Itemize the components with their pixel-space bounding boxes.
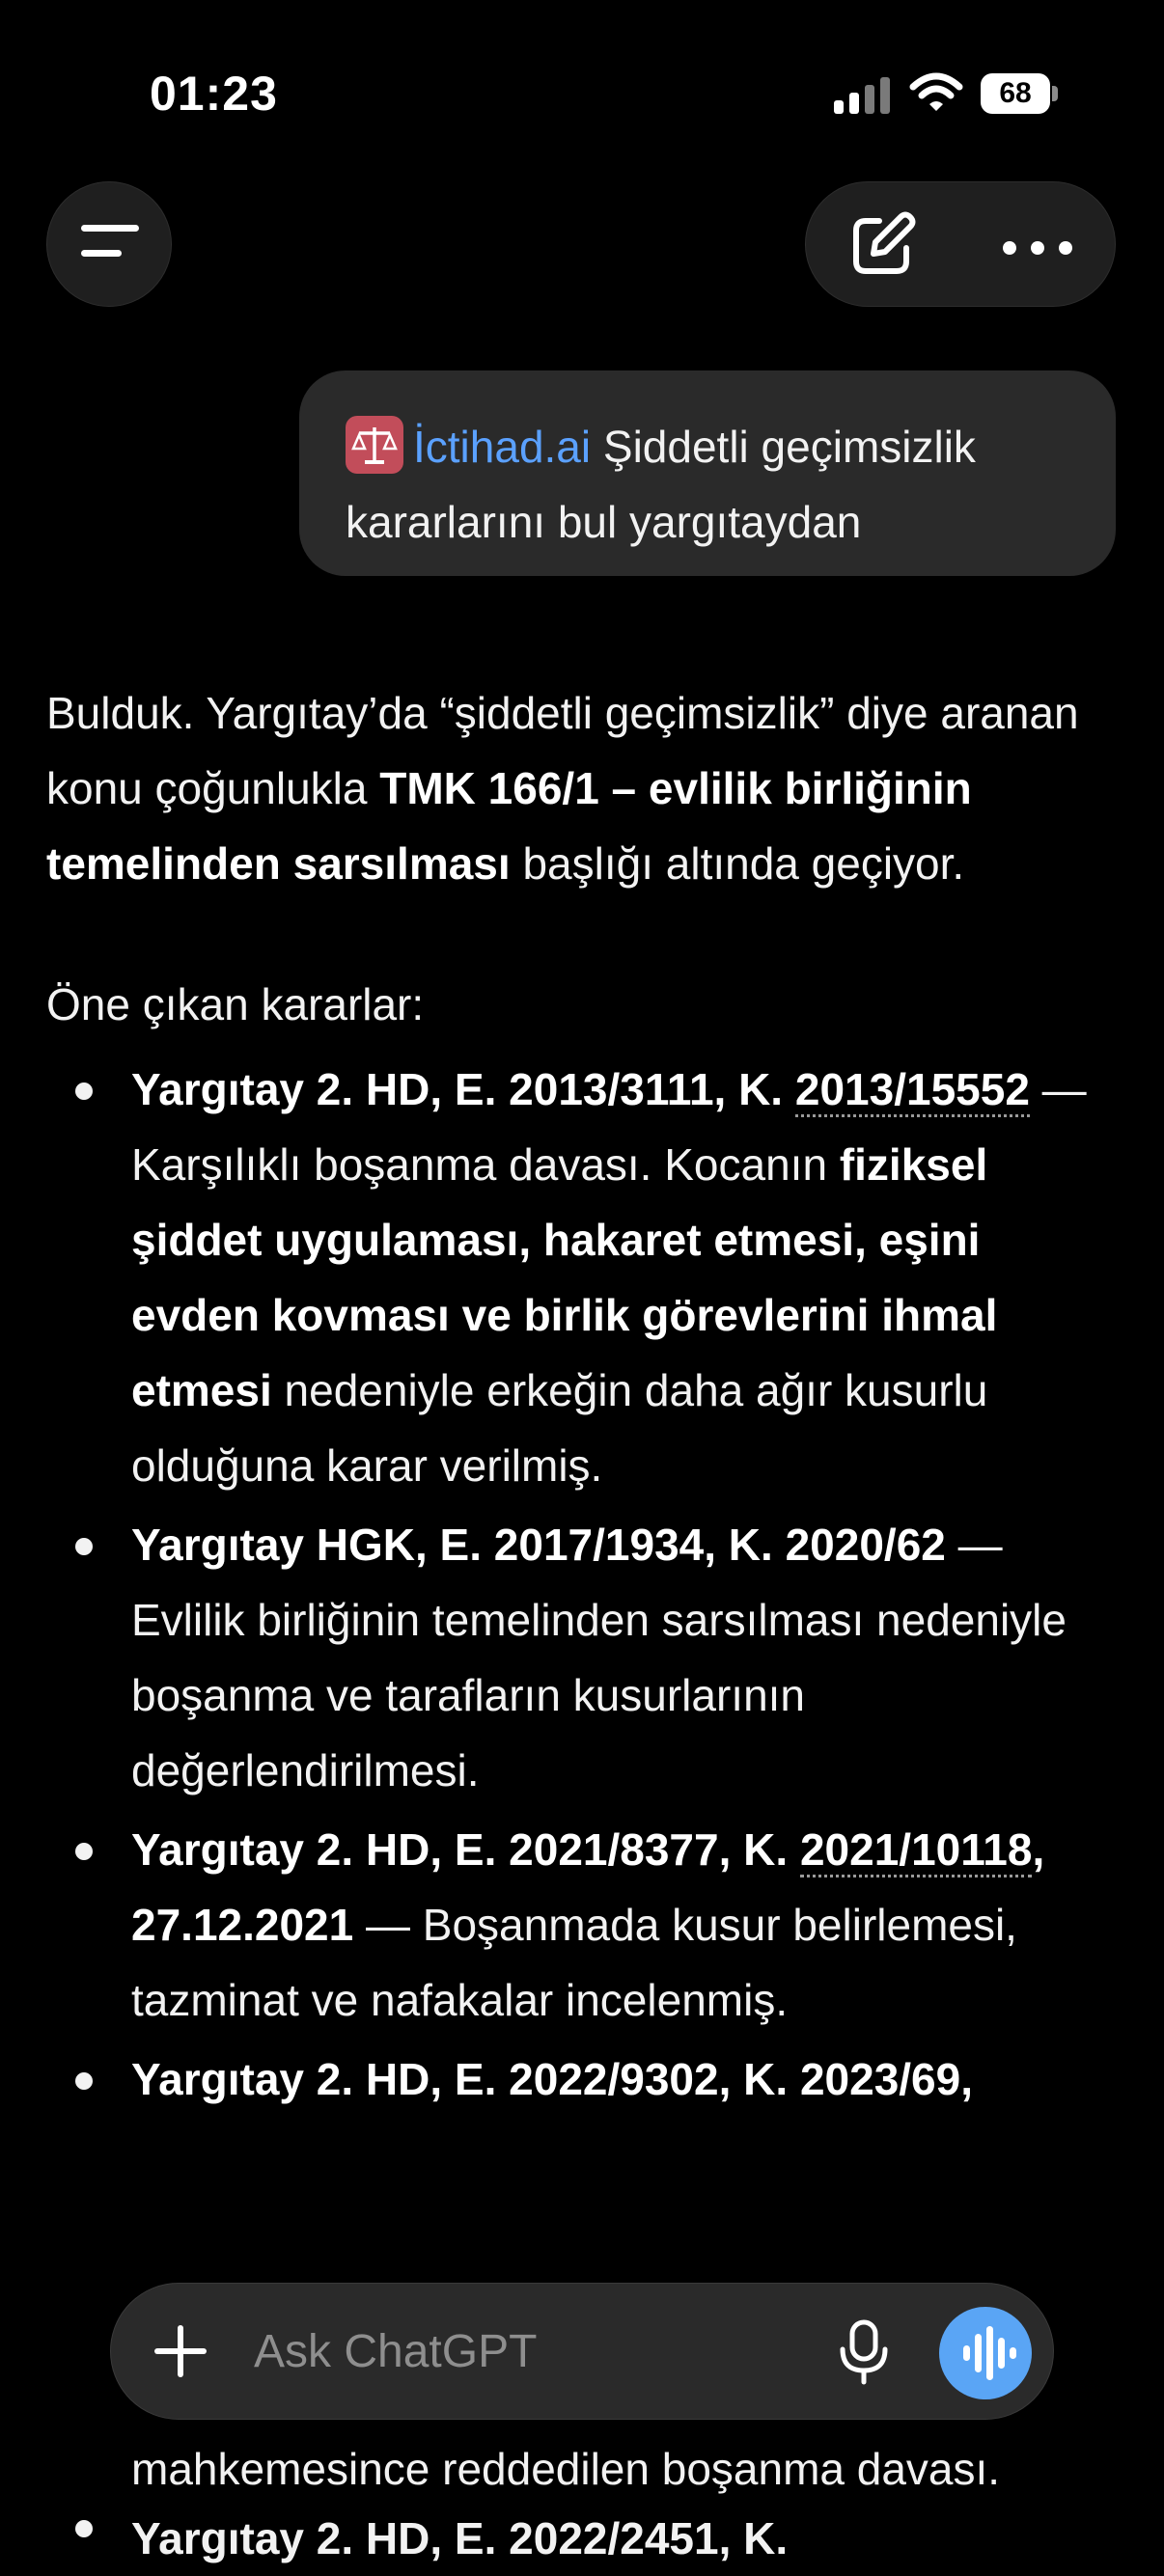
- user-message-text-line2: kararlarını bul yargıtaydan: [346, 497, 862, 547]
- status-time: 01:23: [150, 67, 278, 121]
- user-message-bubble: İctihad.ai Şiddetli geçimsizlik kararları…: [299, 370, 1116, 576]
- gpt-mention[interactable]: İctihad.ai: [413, 422, 591, 472]
- answer-tail-line: mahkemesince reddedilen boşanma davası.: [131, 2444, 1001, 2494]
- list-item: Yargıtay HGK, E. 2017/1934, K. 2020/62 —…: [46, 1507, 1118, 1808]
- header-actions: [805, 181, 1116, 307]
- user-message-text: Şiddetli geçimsizlik: [591, 422, 976, 472]
- citation-link[interactable]: 2021/10118: [799, 1824, 1033, 1877]
- list-item: Yargıtay 2. HD, E. 2022/9302, K. 2023/69…: [46, 2042, 1118, 2117]
- list-item: Yargıtay 2. HD, E. 2013/3111, K. 2013/15…: [46, 1052, 1118, 1503]
- battery-icon: 68: [981, 73, 1058, 114]
- decision-list: Yargıtay 2. HD, E. 2013/3111, K. 2013/15…: [46, 1052, 1118, 2117]
- plus-icon[interactable]: [150, 2320, 211, 2382]
- citation-link[interactable]: 2013/15552: [794, 1064, 1030, 1117]
- list-item: Yargıtay 2. HD, E. 2021/8377, K. 2021/10…: [46, 1812, 1118, 2038]
- composer-bar: [110, 2283, 1054, 2420]
- more-options-button[interactable]: [989, 207, 1086, 283]
- cellular-signal-icon: [834, 75, 892, 114]
- message-input[interactable]: [254, 2322, 891, 2380]
- scales-icon: [346, 415, 403, 474]
- answer-intro: Bulduk. Yargıtay’da “şiddetli geçimsizli…: [46, 688, 1079, 889]
- list-heading: Öne çıkan kararlar:: [46, 979, 425, 1029]
- status-bar: 01:23 68: [0, 0, 1164, 183]
- more-icon: [1003, 241, 1016, 255]
- voice-mode-icon[interactable]: [939, 2307, 1032, 2399]
- microphone-icon[interactable]: [825, 2313, 902, 2390]
- answer-tail-cut: Yargıtay 2. HD, E. 2022/2451, K.: [131, 2513, 789, 2563]
- battery-level: 68: [999, 77, 1032, 109]
- menu-icon: [81, 225, 139, 232]
- wifi-icon: [909, 72, 963, 111]
- new-chat-icon[interactable]: [845, 207, 920, 283]
- assistant-answer: Bulduk. Yargıtay’da “şiddetli geçimsizli…: [46, 675, 1118, 2117]
- sidebar-menu-button[interactable]: [46, 181, 172, 307]
